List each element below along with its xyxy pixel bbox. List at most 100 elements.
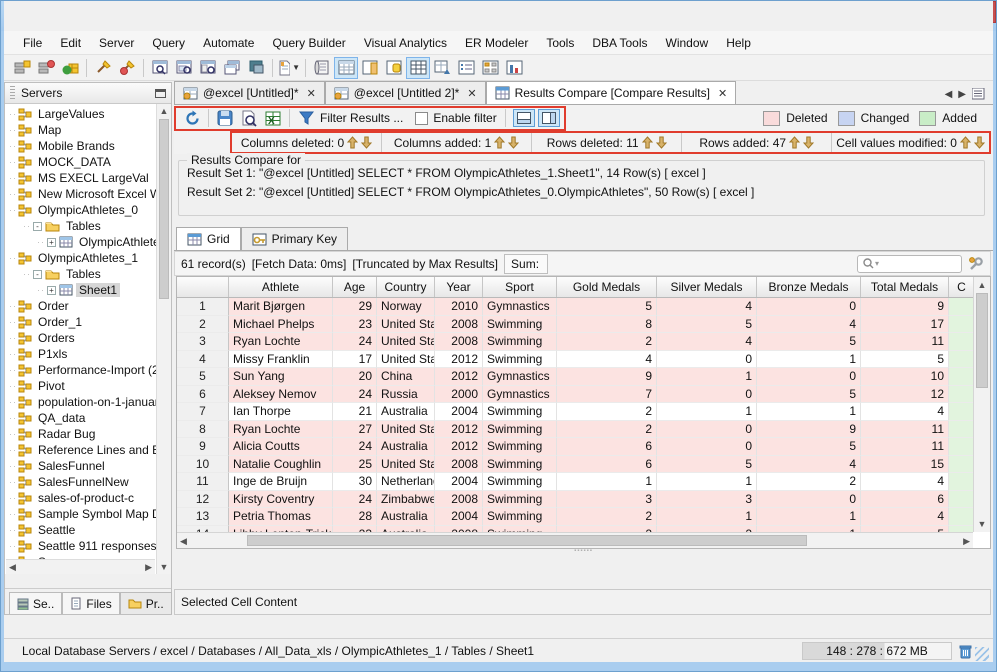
table-cell[interactable]: Norway <box>377 298 435 316</box>
table-cell[interactable]: 0 <box>657 420 757 438</box>
table-cell[interactable]: 5 <box>757 438 861 456</box>
table-cell[interactable]: 1 <box>657 403 757 421</box>
table-cell[interactable]: Alicia Coutts <box>229 438 333 456</box>
table-cell[interactable]: Swimming <box>483 350 557 368</box>
open-results-window-icon[interactable] <box>172 57 196 79</box>
sidebar-item-seattle-911-responses-[interactable]: ·· Seattle 911 responses ( <box>5 538 156 554</box>
sidebar-item-olympicathletes[interactable]: ··+ OlympicAthletes <box>5 234 156 250</box>
tree-vertical-scrollbar[interactable]: ▲ ▼ <box>156 104 171 574</box>
next-diff-icon[interactable] <box>655 136 667 149</box>
next-diff-icon[interactable] <box>973 136 985 149</box>
sidebar-item-sheet1[interactable]: ·· + Sheet1 <box>5 282 156 298</box>
scroll-down-icon[interactable]: ▼ <box>157 562 171 572</box>
table-cell[interactable]: 11 <box>861 438 949 456</box>
table-cell[interactable]: 27 <box>333 420 377 438</box>
column-header-bronze-medals[interactable]: Bronze Medals <box>757 277 861 297</box>
table-cell[interactable]: Swimming <box>483 490 557 508</box>
expand-icon[interactable]: + <box>47 237 56 247</box>
table-cell[interactable]: Australia <box>377 508 435 526</box>
table-cell[interactable]: 3 <box>657 490 757 508</box>
table-cell[interactable]: 12 <box>861 385 949 403</box>
table-cell[interactable]: 24 <box>333 490 377 508</box>
garbage-collect-icon[interactable] <box>958 643 973 659</box>
column-header-athlete[interactable]: Athlete <box>229 277 333 297</box>
prev-diff-icon[interactable] <box>641 136 653 149</box>
query-window-icon[interactable] <box>148 57 172 79</box>
sidebar-item-seattle[interactable]: ·· Seattle <box>5 522 156 538</box>
panel-splitter[interactable]: ▪▪▪▪▪▪ <box>174 548 993 555</box>
cascade-windows-icon[interactable] <box>220 57 244 79</box>
scroll-up-icon[interactable]: ▲ <box>974 280 990 290</box>
table-cell[interactable]: 2008 <box>435 455 483 473</box>
table-cell[interactable]: 4 <box>657 333 757 351</box>
next-diff-icon[interactable] <box>803 136 815 149</box>
table-cell[interactable]: 9 <box>757 420 861 438</box>
added-column-cell[interactable] <box>949 368 973 386</box>
table-cell[interactable]: 24 <box>333 438 377 456</box>
register-server-icon[interactable] <box>10 57 34 79</box>
sidebar-item-sample-symbol-map-dat[interactable]: ·· Sample Symbol Map Dat <box>5 506 156 522</box>
sidebar-item-reference-lines-and-bo[interactable]: ·· Reference Lines and Bo <box>5 442 156 458</box>
table-cell[interactable]: United States <box>377 333 435 351</box>
added-column-cell[interactable] <box>949 508 973 526</box>
vertical-split-icon[interactable] <box>537 109 560 127</box>
collapse-icon[interactable]: - <box>33 269 42 279</box>
added-column-cell[interactable] <box>949 490 973 508</box>
table-cell[interactable]: Natalie Coughlin <box>229 455 333 473</box>
sidebar-item-tables[interactable]: ·· - Tables <box>5 266 156 282</box>
sidebar-tab-2[interactable]: Files <box>62 592 120 614</box>
added-column-cell[interactable] <box>949 455 973 473</box>
table-cell[interactable]: United States <box>377 350 435 368</box>
filter-icon[interactable] <box>294 108 318 128</box>
chart-view-icon[interactable] <box>502 57 526 79</box>
table-cell[interactable]: United States <box>377 455 435 473</box>
table-cell[interactable]: Swimming <box>483 508 557 526</box>
table-cell[interactable]: 0 <box>757 368 861 386</box>
new-query-analyzer-icon[interactable] <box>91 57 115 79</box>
resize-grip[interactable] <box>975 646 989 661</box>
added-column-cell[interactable] <box>949 315 973 333</box>
table-cell[interactable]: Swimming <box>483 315 557 333</box>
sidebar-item-tables[interactable]: ·· - Tables <box>5 218 156 234</box>
scroll-thumb[interactable] <box>976 293 988 388</box>
table-cell[interactable]: 4 <box>757 455 861 473</box>
table-cell[interactable]: 24 <box>333 385 377 403</box>
table-cell[interactable]: 2008 <box>435 333 483 351</box>
close-query-analyzer-icon[interactable] <box>115 57 139 79</box>
next-diff-icon[interactable] <box>508 136 520 149</box>
table-cell[interactable]: 24 <box>333 333 377 351</box>
row-number-cell[interactable]: 2 <box>177 315 229 333</box>
menu-automate[interactable]: Automate <box>194 33 263 53</box>
table-cell[interactable]: 5 <box>657 315 757 333</box>
table-cell[interactable]: 4 <box>757 315 861 333</box>
table-cell[interactable]: 5 <box>861 350 949 368</box>
pinned-results-icon[interactable] <box>358 57 382 79</box>
table-cell[interactable]: 11 <box>861 420 949 438</box>
prev-tab-icon[interactable]: ◀ <box>945 89 953 100</box>
table-cell[interactable]: Aleksey Nemov <box>229 385 333 403</box>
row-number-cell[interactable]: 6 <box>177 385 229 403</box>
row-number-cell[interactable]: 7 <box>177 403 229 421</box>
table-cell[interactable]: 1 <box>757 350 861 368</box>
table-cell[interactable]: 29 <box>333 298 377 316</box>
search-input[interactable] <box>879 257 957 270</box>
table-cell[interactable]: Ryan Lochte <box>229 333 333 351</box>
table-cell[interactable]: 4 <box>657 298 757 316</box>
table-cell[interactable]: 0 <box>657 385 757 403</box>
table-cell[interactable]: 5 <box>657 455 757 473</box>
document-tab-1[interactable]: @excel [Untitled]* ✕ <box>174 81 325 104</box>
table-cell[interactable]: Swimming <box>483 403 557 421</box>
table-cell[interactable]: Gymnastics <box>483 368 557 386</box>
table-cell[interactable]: 23 <box>333 315 377 333</box>
menu-er-modeler[interactable]: ER Modeler <box>456 33 537 53</box>
table-cell[interactable]: Petria Thomas <box>229 508 333 526</box>
table-cell[interactable]: China <box>377 368 435 386</box>
table-cell[interactable]: United States <box>377 315 435 333</box>
added-column-cell[interactable] <box>949 350 973 368</box>
panel-grip[interactable] <box>10 86 15 100</box>
document-tab-3[interactable]: Results Compare [Compare Results] ✕ <box>485 81 737 104</box>
scroll-thumb[interactable] <box>247 535 807 546</box>
horizontal-split-icon[interactable] <box>512 109 535 127</box>
find-results-icon[interactable] <box>237 108 261 128</box>
refresh-compare-icon[interactable] <box>180 108 204 128</box>
